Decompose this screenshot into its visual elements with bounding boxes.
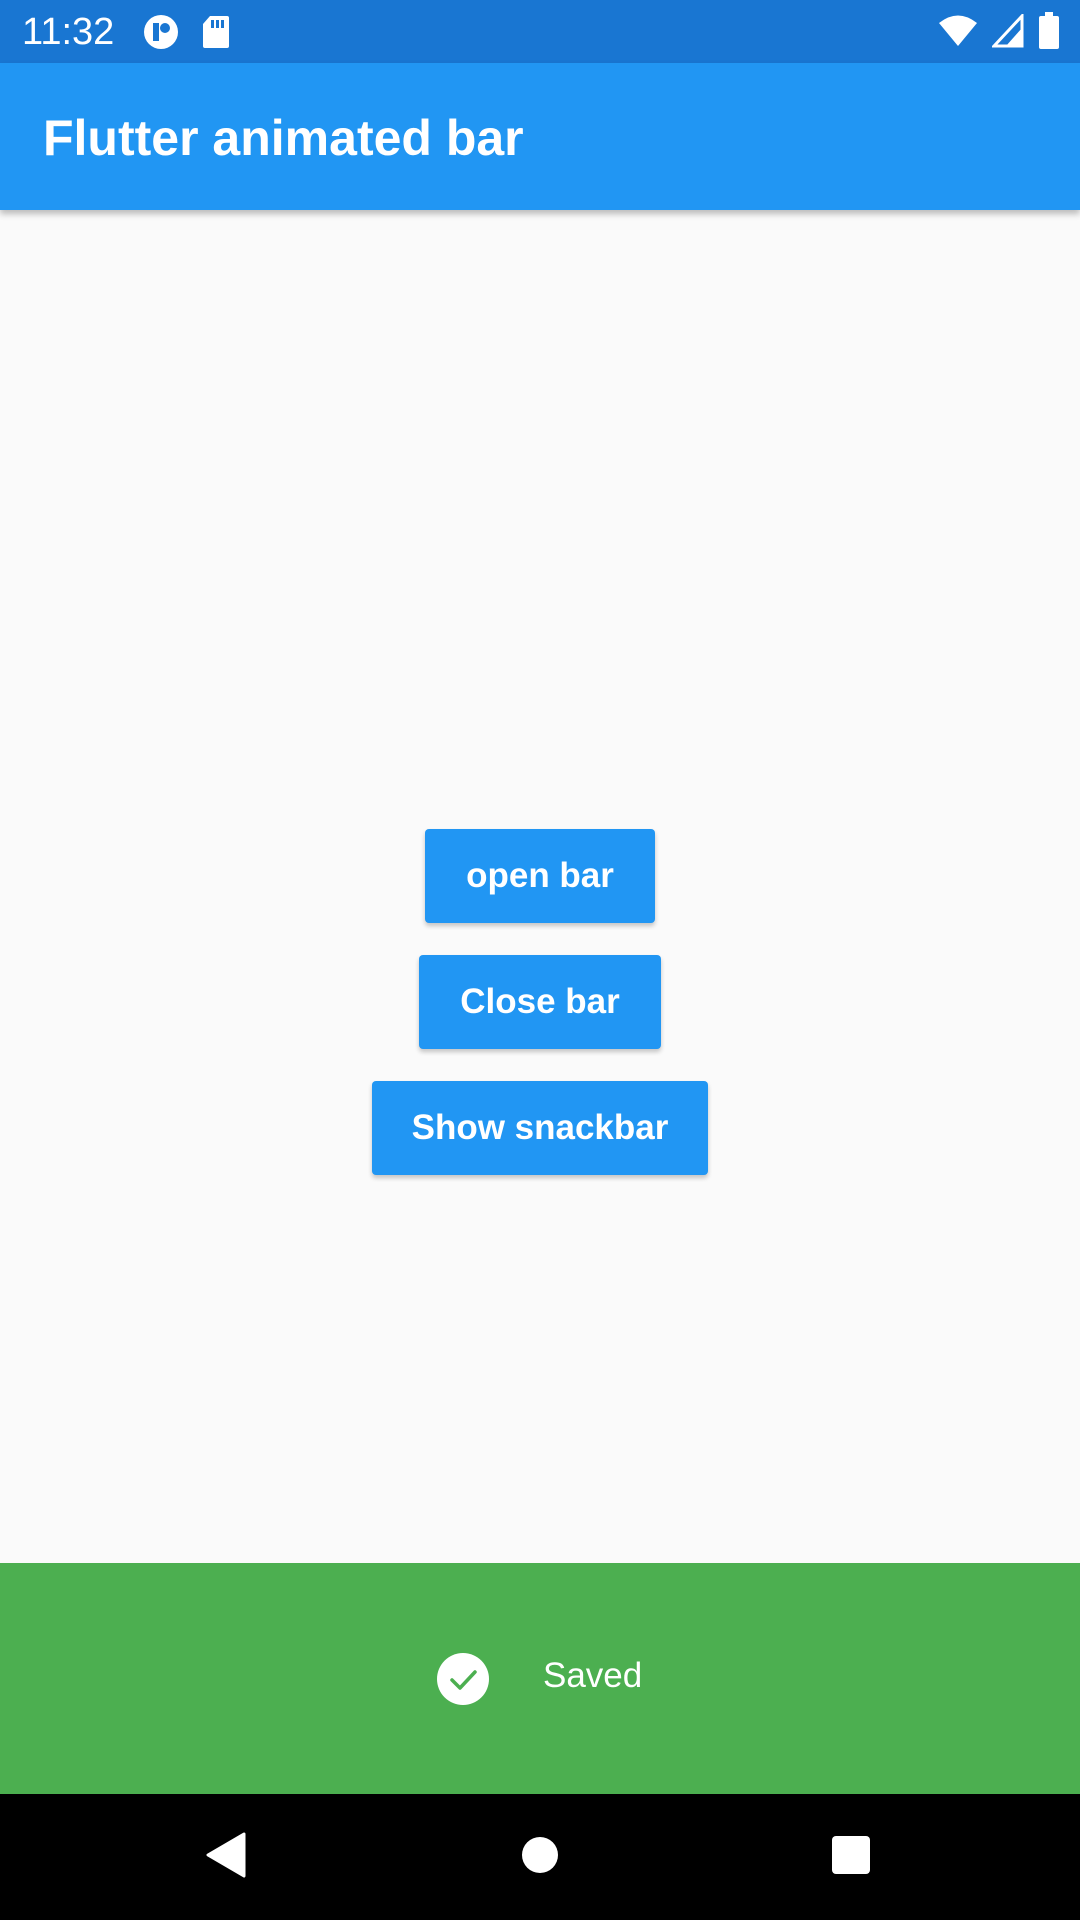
sd-card-icon <box>201 14 231 55</box>
app-bar: Flutter animated bar <box>0 63 1080 210</box>
close-bar-button[interactable]: Close bar <box>419 955 661 1049</box>
check-circle-icon <box>437 1653 489 1705</box>
show-snackbar-button[interactable]: Show snackbar <box>372 1081 708 1175</box>
status-time: 11:32 <box>22 11 115 53</box>
screen: 11:32 Flutter animated bar open bar Clos… <box>0 0 1080 1920</box>
open-bar-button[interactable]: open bar <box>425 829 655 923</box>
status-right-icons <box>938 12 1060 55</box>
notification-app-icon <box>143 14 179 55</box>
signal-icon <box>990 12 1024 53</box>
battery-icon <box>1038 12 1060 55</box>
back-button[interactable] <box>145 1794 305 1920</box>
saved-bar: Saved <box>0 1563 1080 1794</box>
page-title: Flutter animated bar <box>43 110 524 166</box>
wifi-icon <box>938 14 978 53</box>
recents-icon <box>831 1835 871 1880</box>
home-button[interactable] <box>460 1794 620 1920</box>
status-left-icons <box>143 14 231 55</box>
back-icon <box>204 1832 246 1883</box>
home-icon <box>520 1835 560 1880</box>
nav-bar <box>0 1794 1080 1920</box>
recents-button[interactable] <box>771 1794 931 1920</box>
saved-text: Saved <box>543 1656 643 1695</box>
status-bar: 11:32 <box>0 0 1080 63</box>
